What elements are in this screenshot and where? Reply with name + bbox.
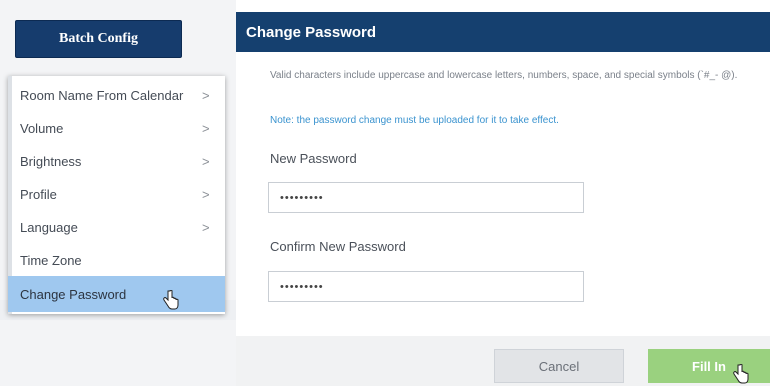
fill-in-button[interactable]: Fill In [648,349,770,383]
menu-item-brightness[interactable]: Brightness > [8,144,225,178]
hand-cursor-icon [163,290,179,310]
menu-item-change-password[interactable]: Change Password [8,276,225,312]
confirm-password-label: Confirm New Password [270,239,406,254]
menu-item-label: Volume [20,120,64,136]
chevron-right-icon: > [202,186,210,202]
password-note: Note: the password change must be upload… [270,115,559,126]
chevron-right-icon: > [202,120,210,136]
menu-item-volume[interactable]: Volume > [8,111,225,145]
new-password-input[interactable]: ••••••••• [268,182,584,213]
chevron-right-icon: > [202,87,210,103]
batch-config-menu: Room Name From Calendar > Volume > Brigh… [8,76,225,314]
top-sliver [236,0,770,12]
menu-item-label: Room Name From Calendar [20,87,184,103]
menu-item-label: Change Password [20,286,127,302]
menu-item-label: Profile [20,186,57,202]
password-rules-text: Valid characters include uppercase and l… [270,70,738,81]
cancel-button[interactable]: Cancel [494,349,624,383]
hand-cursor-icon [733,364,749,384]
batch-config-button[interactable]: Batch Config [15,20,182,58]
chevron-right-icon: > [202,219,210,235]
menu-item-time-zone[interactable]: Time Zone [8,243,225,277]
chevron-right-icon: > [202,153,210,169]
menu-item-language[interactable]: Language > [8,210,225,244]
new-password-label: New Password [270,151,357,166]
confirm-password-input[interactable]: ••••••••• [268,271,584,302]
menu-item-room-name-from-calendar[interactable]: Room Name From Calendar > [8,78,225,112]
menu-item-label: Language [20,219,78,235]
menu-item-label: Brightness [20,153,82,169]
dialog-title: Change Password [236,12,770,52]
menu-item-profile[interactable]: Profile > [8,177,225,211]
menu-item-label: Time Zone [20,252,82,268]
